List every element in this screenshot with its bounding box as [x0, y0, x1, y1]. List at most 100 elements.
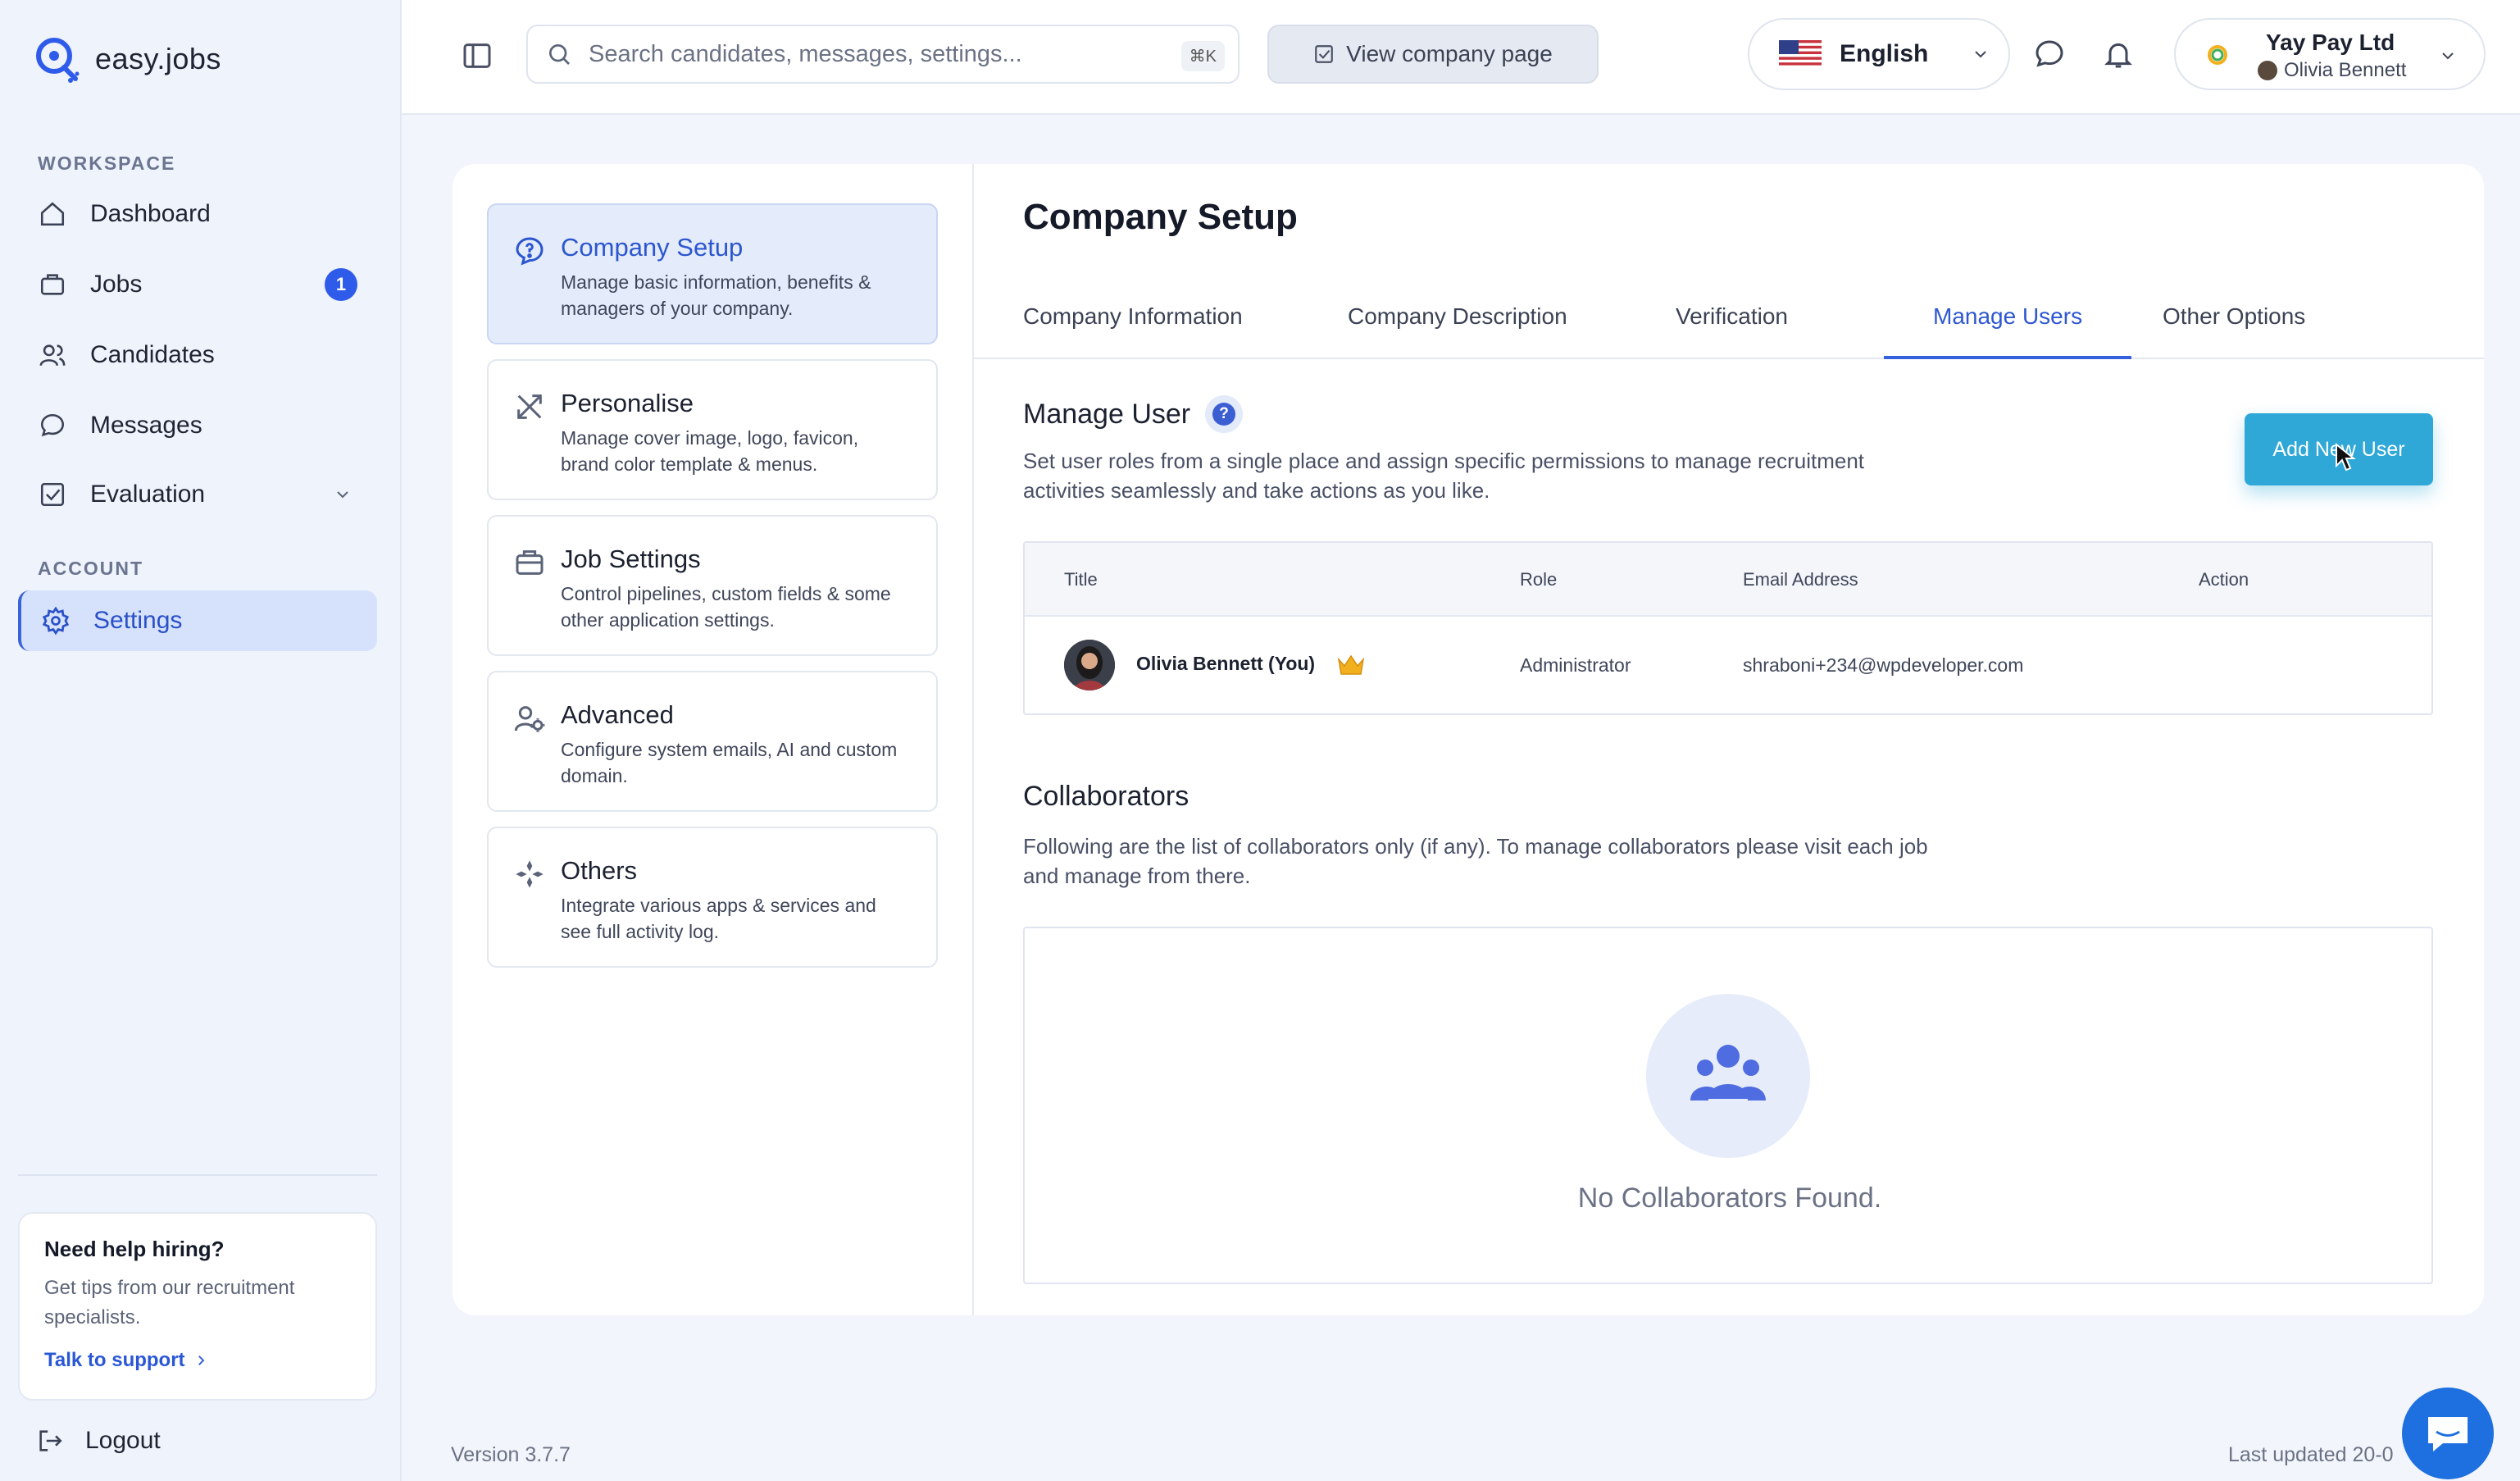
column-title: Title — [1064, 569, 1098, 590]
company-name: Yay Pay Ltd — [2266, 30, 2395, 55]
tab-other-options[interactable]: Other Options — [2163, 303, 2305, 359]
settings-menu-company-setup[interactable]: Company Setup Manage basic information, … — [487, 203, 938, 344]
user-gear-icon — [514, 706, 545, 732]
column-role: Role — [1520, 569, 1558, 590]
checkbox-icon — [36, 478, 69, 511]
account-switcher[interactable]: Yay Pay Ltd Olivia Bennett — [2174, 18, 2486, 90]
us-flag-icon — [1779, 40, 1822, 68]
settings-menu-desc: Manage cover image, logo, favicon, brand… — [561, 427, 859, 475]
users-icon — [36, 339, 69, 371]
chevron-right-icon — [198, 1356, 204, 1365]
users-table: Title Role Email Address Action Olivia B… — [1023, 541, 2433, 715]
language-label: English — [1840, 40, 1929, 67]
settings-menu-title: Advanced — [561, 700, 674, 729]
view-company-label: View company page — [1346, 41, 1553, 66]
chevron-down-icon — [2442, 52, 2454, 60]
workspace-section-label: WORKSPACE — [38, 153, 176, 174]
sidebar-item-label: Evaluation — [90, 481, 206, 508]
settings-menu-desc: Control pipelines, custom fields & some … — [561, 583, 891, 631]
users-table-header: Title Role Email Address Action — [1025, 543, 2431, 617]
crown-icon — [1337, 654, 1365, 675]
settings-menu-desc: Manage basic information, benefits & man… — [561, 271, 871, 319]
search-bar[interactable]: ⌘K — [526, 25, 1240, 84]
sparkle-grid-icon — [516, 860, 544, 888]
settings-tabs: Company Information Company Description … — [974, 279, 2484, 359]
company-logo-icon — [2208, 45, 2227, 65]
user-role: Administrator — [1520, 654, 1631, 676]
help-card-title: Need help hiring? — [44, 1237, 225, 1261]
app-name: easy.jobs — [95, 42, 221, 75]
logout-button[interactable]: Logout — [36, 1427, 161, 1455]
sidebar-item-dashboard[interactable]: Dashboard — [18, 184, 377, 244]
collaborators-title: Collaborators — [1023, 781, 1189, 812]
gear-icon — [39, 604, 72, 637]
avatar — [1064, 640, 1115, 690]
sidebar-item-label: Settings — [93, 607, 183, 634]
help-question-icon[interactable]: ? — [1205, 395, 1244, 433]
account-section-label: ACCOUNT — [38, 558, 143, 579]
app-logo[interactable]: easy.jobs — [33, 34, 221, 84]
support-chat-button[interactable] — [2402, 1388, 2494, 1479]
sidebar-item-label: Dashboard — [90, 200, 211, 227]
sidebar-item-settings[interactable]: Settings — [18, 590, 377, 651]
tab-company-description[interactable]: Company Description — [1348, 303, 1567, 359]
settings-menu-title: Company Setup — [561, 233, 744, 262]
view-company-page-button[interactable]: View company page — [1267, 25, 1599, 84]
briefcase-icon — [516, 550, 544, 575]
help-card: Need help hiring? Get tips from our recr… — [18, 1212, 377, 1401]
search-input[interactable] — [589, 40, 1162, 68]
mouse-cursor-icon — [2336, 443, 2356, 472]
company-setup-content: Company Setup Company Information Compan… — [974, 164, 2484, 1315]
language-selector[interactable]: English — [1748, 18, 2010, 90]
sidebar-item-jobs[interactable]: Jobs 1 — [18, 254, 377, 315]
message-icon — [36, 409, 69, 442]
bell-icon[interactable] — [2102, 38, 2135, 71]
help-circle-icon — [516, 237, 544, 266]
sidebar-item-label: Jobs — [90, 271, 143, 298]
external-check-icon — [1315, 45, 1334, 63]
current-user-name: Olivia Bennett — [2284, 59, 2407, 81]
design-tools-icon — [517, 394, 542, 419]
settings-panel: Company Setup Manage basic information, … — [453, 164, 2484, 1315]
collaborators-description: Following are the list of collaborators … — [1023, 834, 1928, 888]
sidebar-divider — [18, 1174, 377, 1176]
settings-menu-advanced[interactable]: Advanced Configure system emails, AI and… — [487, 671, 938, 812]
sidebar-item-evaluation[interactable]: Evaluation — [18, 464, 377, 525]
talk-to-support-label: Talk to support — [44, 1349, 185, 1371]
settings-menu-title: Personalise — [561, 389, 694, 417]
page-title: Company Setup — [1023, 197, 1298, 237]
easyjobs-logo-icon — [36, 38, 80, 83]
settings-menu-job-settings[interactable]: Job Settings Control pipelines, custom f… — [487, 515, 938, 656]
sidebar-item-label: Candidates — [90, 341, 215, 368]
chat-icon[interactable] — [2033, 38, 2066, 71]
talk-to-support-link[interactable]: Talk to support — [44, 1349, 208, 1372]
manage-user-heading: Manage User ? — [1023, 395, 1244, 433]
settings-menu-others[interactable]: Others Integrate various apps & services… — [487, 827, 938, 968]
settings-menu: Company Setup Manage basic information, … — [453, 164, 974, 1315]
last-updated-label: Last updated 20-0 — [2228, 1443, 2394, 1466]
empty-state-illustration — [1646, 994, 1810, 1158]
tab-manage-users[interactable]: Manage Users — [1884, 303, 2132, 359]
settings-menu-desc: Configure system emails, AI and custom d… — [561, 739, 898, 786]
sidebar-toggle-icon[interactable] — [461, 39, 494, 72]
jobs-count-badge: 1 — [325, 268, 357, 301]
version-label: Version 3.7.7 — [451, 1443, 571, 1466]
settings-menu-personalise[interactable]: Personalise Manage cover image, logo, fa… — [487, 359, 938, 500]
sidebar-item-candidates[interactable]: Candidates — [18, 325, 377, 385]
chat-bubble-icon — [2428, 1417, 2468, 1451]
collaborators-box: No Collaborators Found. — [1023, 927, 2433, 1284]
logout-icon — [39, 1430, 62, 1451]
sidebar-item-messages[interactable]: Messages — [18, 395, 377, 456]
chevron-down-icon — [1975, 51, 1987, 58]
column-email: Email Address — [1743, 569, 1858, 590]
empty-state-text: No Collaborators Found. — [1577, 1183, 1882, 1214]
help-card-text: Get tips from our recruitment specialist… — [44, 1277, 295, 1328]
table-row: Olivia Bennett (You) Administrator shrab… — [1025, 617, 2431, 715]
logout-label: Logout — [85, 1427, 161, 1454]
topbar: ⌘K View company page English Yay Pay Ltd… — [402, 0, 2520, 115]
sidebar: easy.jobs WORKSPACE Dashboard Jobs 1 Can… — [0, 0, 402, 1481]
settings-menu-desc: Integrate various apps & services and se… — [561, 895, 876, 942]
tab-company-information[interactable]: Company Information — [1023, 303, 1243, 359]
current-user: Olivia Bennett — [2258, 59, 2406, 82]
tab-verification[interactable]: Verification — [1676, 303, 1788, 359]
